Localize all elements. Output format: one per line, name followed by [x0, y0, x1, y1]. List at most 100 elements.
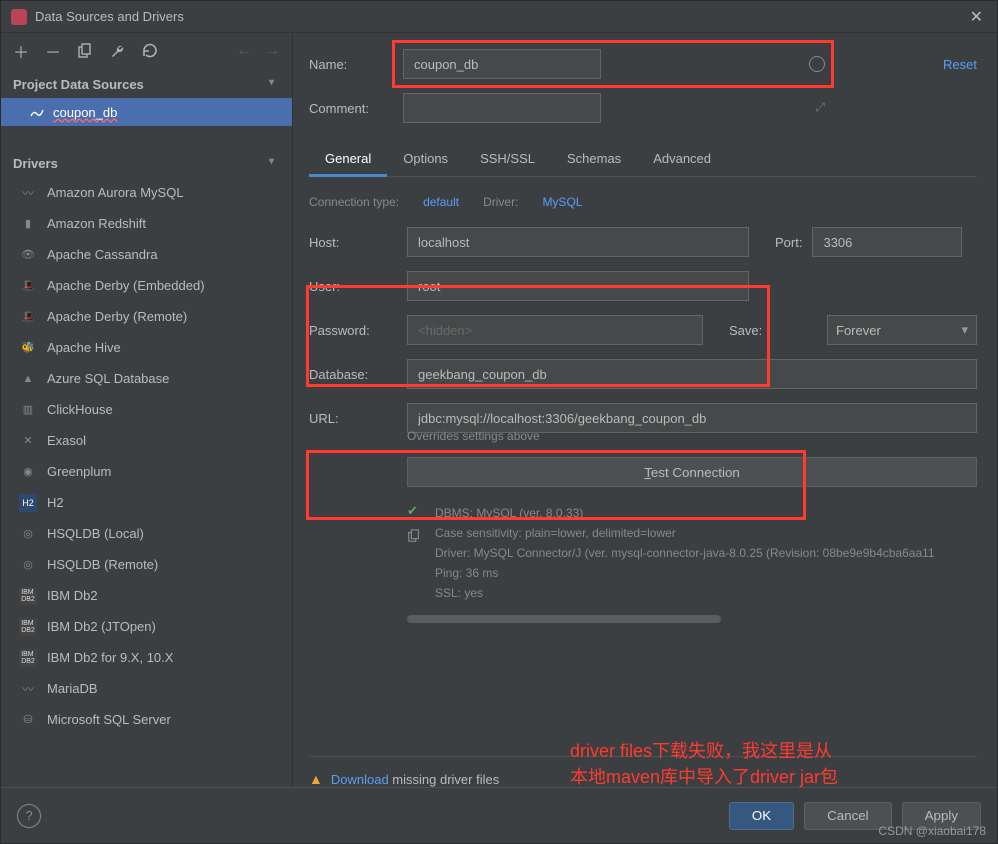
scrollbar-thumb[interactable]: [407, 615, 721, 623]
add-icon[interactable]: ＋: [11, 41, 31, 61]
test-connection-button[interactable]: Test Connection: [407, 457, 977, 487]
dialog-window: Data Sources and Drivers ✕ ＋ － ← → Proje…: [0, 0, 998, 844]
horizontal-scrollbar[interactable]: [407, 613, 977, 625]
name-label: Name:: [309, 57, 391, 72]
save-select[interactable]: Forever: [827, 315, 977, 345]
tab-schemas[interactable]: Schemas: [551, 143, 637, 176]
data-source-label: coupon_db: [53, 105, 117, 120]
driver-item[interactable]: H2H2: [1, 487, 292, 518]
copy-icon[interactable]: [75, 41, 95, 61]
hive-icon: 🐝: [19, 339, 37, 357]
status-block: ✔ DBMS: MySQL (ver. 8.0.33) Case sensiti…: [407, 503, 977, 603]
status-dbms: DBMS: MySQL (ver. 8.0.33): [435, 503, 935, 523]
driver-link-label: Driver:: [483, 195, 518, 209]
driver-item[interactable]: 🎩Apache Derby (Remote): [1, 301, 292, 332]
password-input[interactable]: [407, 315, 703, 345]
tab-options[interactable]: Options: [387, 143, 464, 176]
section-project-data-sources[interactable]: Project Data Sources: [1, 69, 292, 98]
comment-label: Comment:: [309, 101, 391, 116]
tab-ssh-ssl[interactable]: SSH/SSL: [464, 143, 551, 176]
remove-icon[interactable]: －: [43, 41, 63, 61]
titlebar: Data Sources and Drivers ✕: [1, 1, 997, 33]
main-panel: Name: Reset Comment: ⤢ General Options S…: [293, 33, 997, 787]
reset-link[interactable]: Reset: [943, 57, 977, 72]
tabs: General Options SSH/SSL Schemas Advanced: [309, 143, 977, 177]
database-label: Database:: [309, 367, 397, 382]
h2-icon: H2: [19, 494, 37, 512]
driver-item[interactable]: IBMDB2IBM Db2 (JTOpen): [1, 611, 292, 642]
db2-icon: IBMDB2: [19, 618, 37, 636]
tab-general[interactable]: General: [309, 143, 387, 176]
copy-icon[interactable]: [407, 529, 421, 543]
tab-advanced[interactable]: Advanced: [637, 143, 727, 176]
driver-item[interactable]: ◎HSQLDB (Remote): [1, 549, 292, 580]
driver-item[interactable]: IBMDB2IBM Db2 for 9.X, 10.X: [1, 642, 292, 673]
checkmark-icon: ✔: [407, 503, 421, 519]
help-icon[interactable]: ?: [17, 804, 41, 828]
greenplum-icon: ◉: [19, 463, 37, 481]
driver-item[interactable]: 👁Apache Cassandra: [1, 239, 292, 270]
connection-type-row: Connection type: default Driver: MySQL: [309, 195, 977, 209]
driver-item[interactable]: ▮Amazon Redshift: [1, 208, 292, 239]
driver-list[interactable]: 〰Amazon Aurora MySQL ▮Amazon Redshift 👁A…: [1, 177, 292, 787]
host-label: Host:: [309, 235, 397, 250]
conn-type-link[interactable]: default: [423, 195, 459, 209]
data-source-item[interactable]: coupon_db: [1, 98, 292, 126]
mssql-icon: ⛁: [19, 711, 37, 729]
hsqldb-icon: ◎: [19, 556, 37, 574]
driver-link[interactable]: MySQL: [542, 195, 582, 209]
warning-icon: ▲: [309, 771, 323, 787]
name-input[interactable]: [403, 49, 601, 79]
status-ssl: SSL: yes: [435, 583, 935, 603]
comment-input[interactable]: [403, 93, 601, 123]
password-label: Password:: [309, 323, 397, 338]
nav-back-icon[interactable]: ←: [234, 41, 254, 61]
status-ping: Ping: 36 ms: [435, 563, 935, 583]
driver-item[interactable]: ▲Azure SQL Database: [1, 363, 292, 394]
color-circle-icon[interactable]: [809, 56, 825, 72]
azure-icon: ▲: [19, 370, 37, 388]
close-icon[interactable]: ✕: [966, 7, 987, 27]
driver-item[interactable]: ✕Exasol: [1, 425, 292, 456]
sidebar-toolbar: ＋ － ← →: [1, 33, 292, 69]
aurora-icon: 〰: [19, 184, 37, 202]
window-title: Data Sources and Drivers: [35, 9, 966, 24]
driver-item[interactable]: ▥ClickHouse: [1, 394, 292, 425]
status-driver: Driver: MySQL Connector/J (ver. mysql-co…: [435, 543, 935, 563]
redshift-icon: ▮: [19, 215, 37, 233]
host-input[interactable]: [407, 227, 749, 257]
sidebar: ＋ － ← → Project Data Sources coupon_db D…: [1, 33, 293, 787]
status-case: Case sensitivity: plain=lower, delimited…: [435, 523, 935, 543]
driver-item[interactable]: IBMDB2IBM Db2: [1, 580, 292, 611]
driver-item[interactable]: 🐝Apache Hive: [1, 332, 292, 363]
nav-forward-icon[interactable]: →: [262, 41, 282, 61]
db2-icon: IBMDB2: [19, 649, 37, 667]
user-input[interactable]: [407, 271, 749, 301]
driver-item[interactable]: ⛁Microsoft SQL Server: [1, 704, 292, 735]
port-label: Port:: [775, 235, 802, 250]
url-label: URL:: [309, 411, 397, 426]
refresh-icon[interactable]: [139, 41, 159, 61]
driver-item[interactable]: 🎩Apache Derby (Embedded): [1, 270, 292, 301]
user-label: User:: [309, 279, 397, 294]
expand-icon[interactable]: ⤢: [815, 100, 825, 115]
save-label: Save:: [729, 323, 817, 338]
section-drivers[interactable]: Drivers: [1, 148, 292, 177]
database-input[interactable]: [407, 359, 977, 389]
derby-icon: 🎩: [19, 308, 37, 326]
download-link[interactable]: Download: [331, 772, 389, 787]
url-hint: Overrides settings above: [407, 429, 977, 443]
driver-item[interactable]: ◉Greenplum: [1, 456, 292, 487]
db2-icon: IBMDB2: [19, 587, 37, 605]
app-icon: [11, 9, 27, 25]
driver-item[interactable]: 〰Amazon Aurora MySQL: [1, 177, 292, 208]
mariadb-icon: 〰: [19, 680, 37, 698]
derby-icon: 🎩: [19, 277, 37, 295]
mysql-icon: [29, 104, 45, 120]
driver-item[interactable]: 〰MariaDB: [1, 673, 292, 704]
driver-item[interactable]: ◎HSQLDB (Local): [1, 518, 292, 549]
ok-button[interactable]: OK: [729, 802, 794, 830]
wrench-icon[interactable]: [107, 41, 127, 61]
conn-type-label: Connection type:: [309, 195, 399, 209]
port-input[interactable]: [812, 227, 962, 257]
